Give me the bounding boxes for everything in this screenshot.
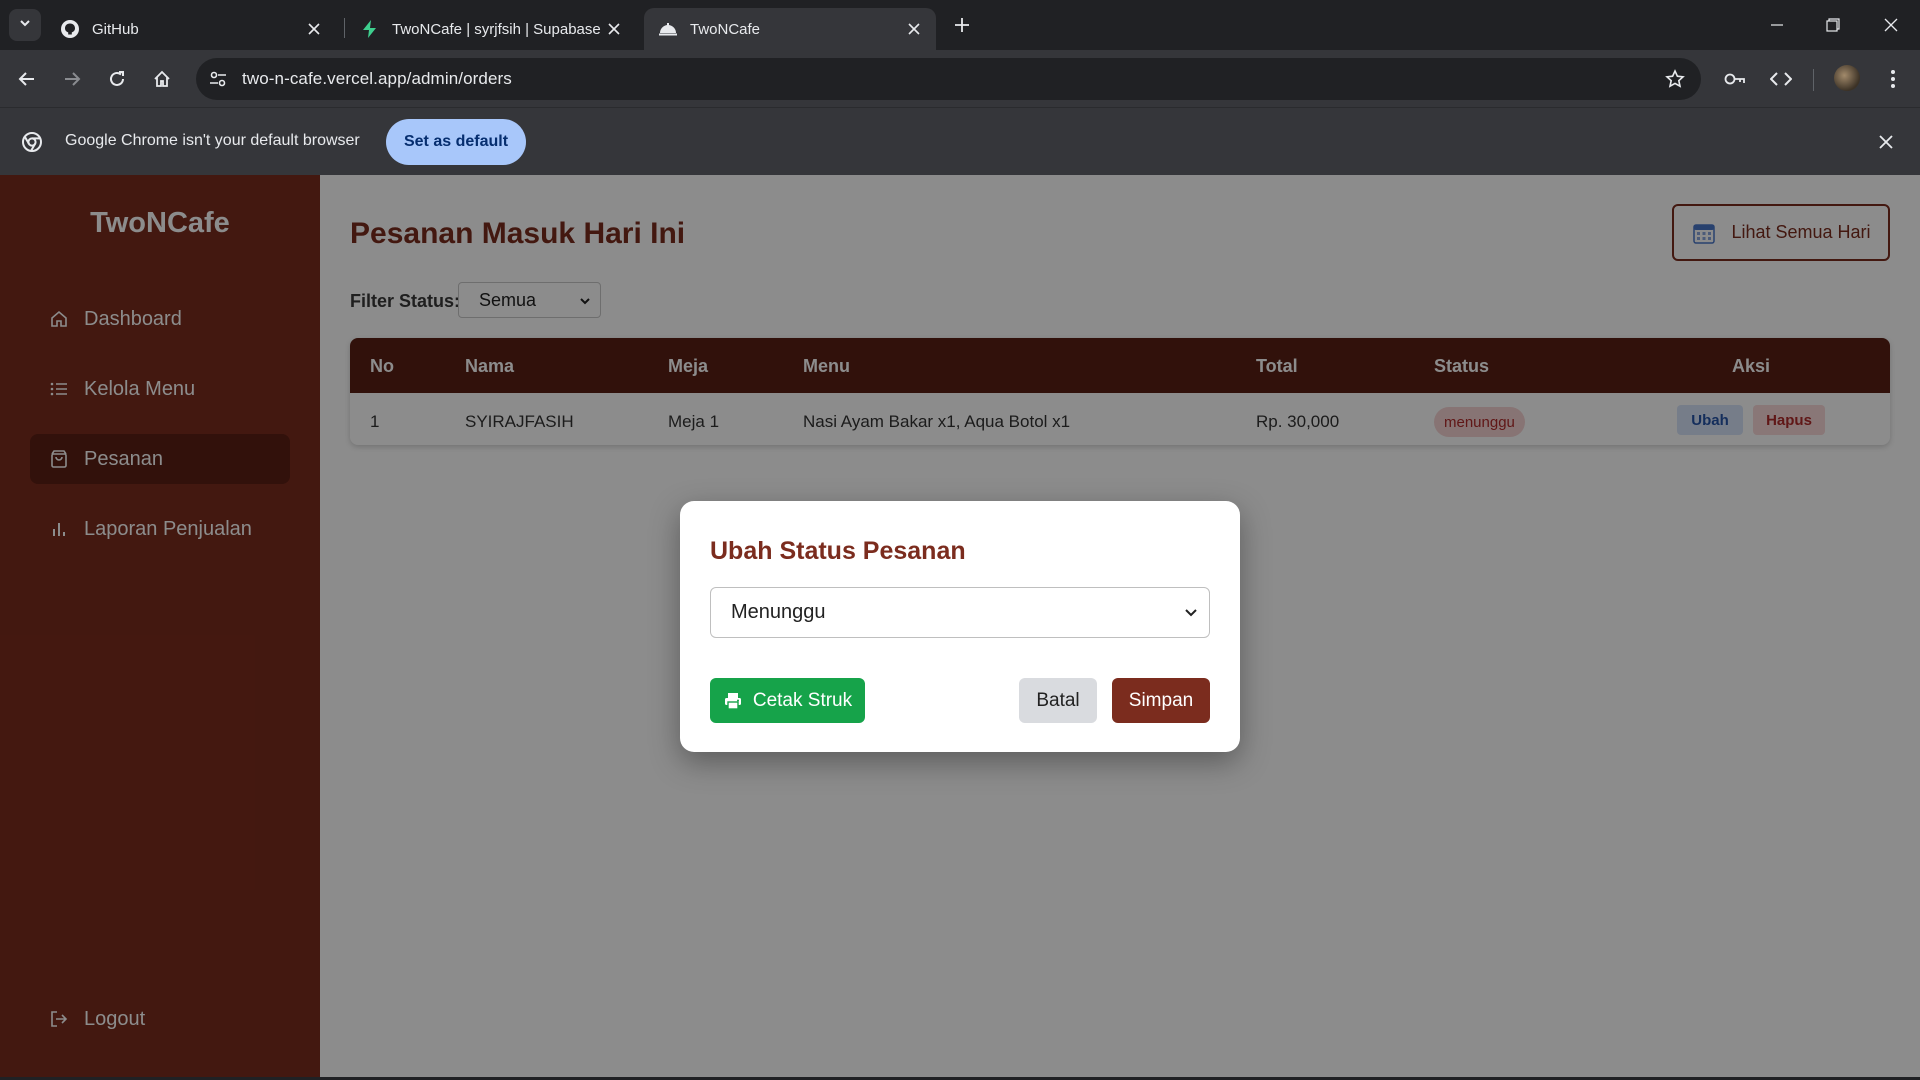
infobar-message: Google Chrome isn't your default browser bbox=[65, 132, 360, 149]
modal-title: Ubah Status Pesanan bbox=[710, 537, 966, 565]
tab-twoncafe[interactable]: TwoNCafe bbox=[644, 8, 936, 50]
supabase-icon bbox=[360, 19, 380, 39]
back-arrow-icon[interactable] bbox=[12, 64, 42, 94]
tab-title: GitHub bbox=[92, 20, 139, 38]
set-as-default-button[interactable]: Set as default bbox=[386, 119, 526, 165]
order-status-select[interactable]: Menunggu bbox=[710, 587, 1210, 638]
home-icon[interactable] bbox=[147, 64, 177, 94]
url-text: two-n-cafe.vercel.app/admin/orders bbox=[242, 69, 512, 88]
forward-arrow-icon[interactable] bbox=[57, 64, 87, 94]
browser-toolbar: two-n-cafe.vercel.app/admin/orders bbox=[0, 50, 1920, 107]
minimize-icon[interactable] bbox=[1764, 12, 1790, 38]
close-window-icon[interactable] bbox=[1878, 12, 1904, 38]
browser-tabstrip: GitHub TwoNCafe | syrjfsih | Supabase Tw… bbox=[0, 0, 1920, 50]
print-receipt-label: Cetak Struk bbox=[752, 689, 853, 711]
tab-github[interactable]: GitHub bbox=[46, 8, 336, 50]
print-receipt-button[interactable]: Cetak Struk bbox=[710, 678, 865, 723]
new-tab-button[interactable] bbox=[950, 13, 974, 37]
profile-avatar[interactable] bbox=[1834, 65, 1860, 91]
save-button[interactable]: Simpan bbox=[1112, 678, 1210, 723]
tab-title: TwoNCafe | syrjfsih | Supabase bbox=[392, 20, 601, 38]
github-icon bbox=[60, 19, 80, 39]
web-page: TwoNCafe Dashboard Kelola Menu Pesanan L… bbox=[0, 175, 1920, 1080]
restore-icon[interactable] bbox=[1820, 12, 1846, 38]
close-icon[interactable] bbox=[304, 19, 324, 39]
tab-title: TwoNCafe bbox=[690, 20, 761, 38]
close-icon[interactable] bbox=[904, 19, 924, 39]
close-icon[interactable] bbox=[604, 19, 624, 39]
cancel-button[interactable]: Batal bbox=[1019, 678, 1097, 723]
chevron-down-icon bbox=[1183, 603, 1199, 626]
password-key-icon[interactable] bbox=[1720, 64, 1750, 94]
reload-icon[interactable] bbox=[102, 64, 132, 94]
code-icon[interactable] bbox=[1766, 64, 1796, 94]
order-status-value: Menunggu bbox=[731, 601, 826, 623]
tab-search-button[interactable] bbox=[9, 9, 41, 41]
cloche-icon bbox=[658, 19, 678, 39]
tab-divider bbox=[344, 18, 345, 38]
default-browser-infobar: Google Chrome isn't your default browser… bbox=[0, 107, 1920, 175]
printer-icon bbox=[723, 691, 743, 711]
change-status-modal: Ubah Status Pesanan Menunggu Cetak Struk… bbox=[680, 501, 1240, 752]
tab-supabase[interactable]: TwoNCafe | syrjfsih | Supabase bbox=[346, 8, 636, 50]
chrome-icon bbox=[20, 130, 44, 154]
close-icon[interactable] bbox=[1874, 130, 1898, 154]
chevron-down-icon bbox=[18, 16, 32, 35]
address-bar[interactable]: two-n-cafe.vercel.app/admin/orders bbox=[196, 58, 1701, 100]
bookmark-star-icon[interactable] bbox=[1663, 67, 1687, 91]
more-menu-icon[interactable] bbox=[1878, 64, 1908, 94]
toolbar-divider bbox=[1813, 69, 1814, 91]
site-info-icon[interactable] bbox=[206, 67, 230, 91]
